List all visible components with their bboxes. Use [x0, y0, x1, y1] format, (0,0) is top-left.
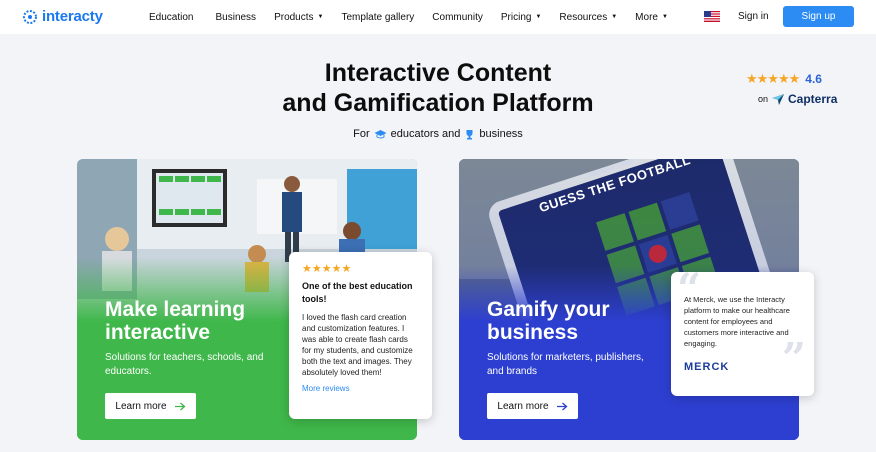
- hero-subtitle: For educators and business: [0, 128, 876, 140]
- menu-label: Pricing: [500, 11, 532, 23]
- education-card-subtitle: Solutions for teachers, schools, and edu…: [105, 352, 264, 377]
- arrow-right-icon: [556, 402, 568, 410]
- education-testimonial-card: ★★★★★ One of the best education tools! I…: [289, 252, 432, 419]
- more-reviews-link[interactable]: More reviews: [302, 384, 419, 393]
- top-navbar: interacty Education Business Products ▼ …: [0, 0, 876, 34]
- heading-line-2: business: [487, 321, 579, 344]
- caret-down-icon: ▼: [535, 14, 542, 20]
- education-learn-more-button[interactable]: Learn more: [105, 393, 196, 419]
- menu-item-pricing[interactable]: Pricing ▼: [501, 12, 542, 23]
- rating-stars-icon: ★★★★★: [746, 71, 800, 86]
- capterra-name: Capterra: [788, 92, 838, 106]
- rating-value: 4.6: [805, 72, 822, 86]
- subtitle-educators: educators and: [390, 128, 461, 140]
- business-testimonial-card: “ ” At Merck, we use the Interacty platf…: [671, 272, 814, 396]
- menu-item-more[interactable]: More ▼: [635, 12, 668, 23]
- button-label: Learn more: [115, 400, 167, 412]
- testimonial-title: One of the best education tools!: [302, 281, 413, 304]
- menu-label: Resources: [559, 11, 608, 23]
- menu-label: Business: [215, 11, 257, 23]
- menu-label: Template gallery: [341, 11, 415, 23]
- us-flag-icon[interactable]: [704, 11, 720, 22]
- menu-item-resources[interactable]: Resources ▼: [559, 12, 617, 23]
- menu-label: More: [635, 11, 658, 23]
- education-card-heading: Make learning interactive: [105, 298, 245, 344]
- sign-up-button[interactable]: Sign up: [783, 6, 854, 27]
- title-line-1: Interactive Content: [324, 59, 552, 87]
- trophy-icon: [466, 129, 473, 139]
- sign-in-link[interactable]: Sign in: [738, 11, 769, 22]
- testimonial-body: At Merck, we use the Interacty platform …: [684, 295, 790, 348]
- heading-line-1: Make learning: [105, 298, 246, 321]
- rating-widget[interactable]: ★★★★★ 4.6: [746, 71, 822, 87]
- heading-line-2: interactive: [105, 321, 211, 344]
- title-line-2: and Gamification Platform: [282, 89, 594, 117]
- merck-logo: MERCK: [684, 361, 730, 373]
- menu-item-template-gallery[interactable]: Template gallery: [341, 12, 414, 23]
- rating-on-label: on: [758, 94, 769, 104]
- menu-label: Community: [432, 11, 483, 23]
- menu-item-community[interactable]: Community: [432, 12, 483, 23]
- menu-label: Products: [274, 11, 314, 23]
- logo-icon: [23, 9, 37, 24]
- business-card-heading: Gamify your business: [487, 298, 610, 344]
- caret-down-icon: ▼: [661, 14, 668, 20]
- menu-item-business[interactable]: Business: [215, 12, 256, 23]
- logo-text: interacty: [42, 8, 103, 25]
- logo[interactable]: interacty: [22, 8, 103, 25]
- caret-down-icon: ▼: [317, 14, 324, 20]
- capterra-badge[interactable]: on Capterra: [758, 92, 837, 106]
- menu-item-education[interactable]: Education: [149, 12, 193, 23]
- business-learn-more-button[interactable]: Learn more: [487, 393, 578, 419]
- testimonial-body: I loved the flash card creation and cust…: [302, 313, 413, 377]
- subtitle-for: For: [353, 128, 370, 140]
- main-menu: Education Business Products ▼ Template g…: [149, 0, 668, 34]
- graduation-cap-icon: [374, 129, 387, 138]
- heading-line-1: Gamify your: [487, 298, 610, 321]
- business-card-subtitle: Solutions for marketers, publishers, and…: [487, 352, 644, 377]
- page-title: Interactive Content and Gamification Pla…: [0, 58, 876, 118]
- arrow-right-icon: [174, 402, 186, 410]
- capterra-logo-icon: [772, 93, 785, 105]
- subtitle-business: business: [479, 128, 523, 140]
- testimonial-stars-icon: ★★★★★: [302, 263, 352, 275]
- menu-label: Education: [149, 11, 194, 23]
- button-label: Learn more: [497, 400, 549, 412]
- menu-item-products[interactable]: Products ▼: [274, 12, 323, 23]
- caret-down-icon: ▼: [611, 14, 618, 20]
